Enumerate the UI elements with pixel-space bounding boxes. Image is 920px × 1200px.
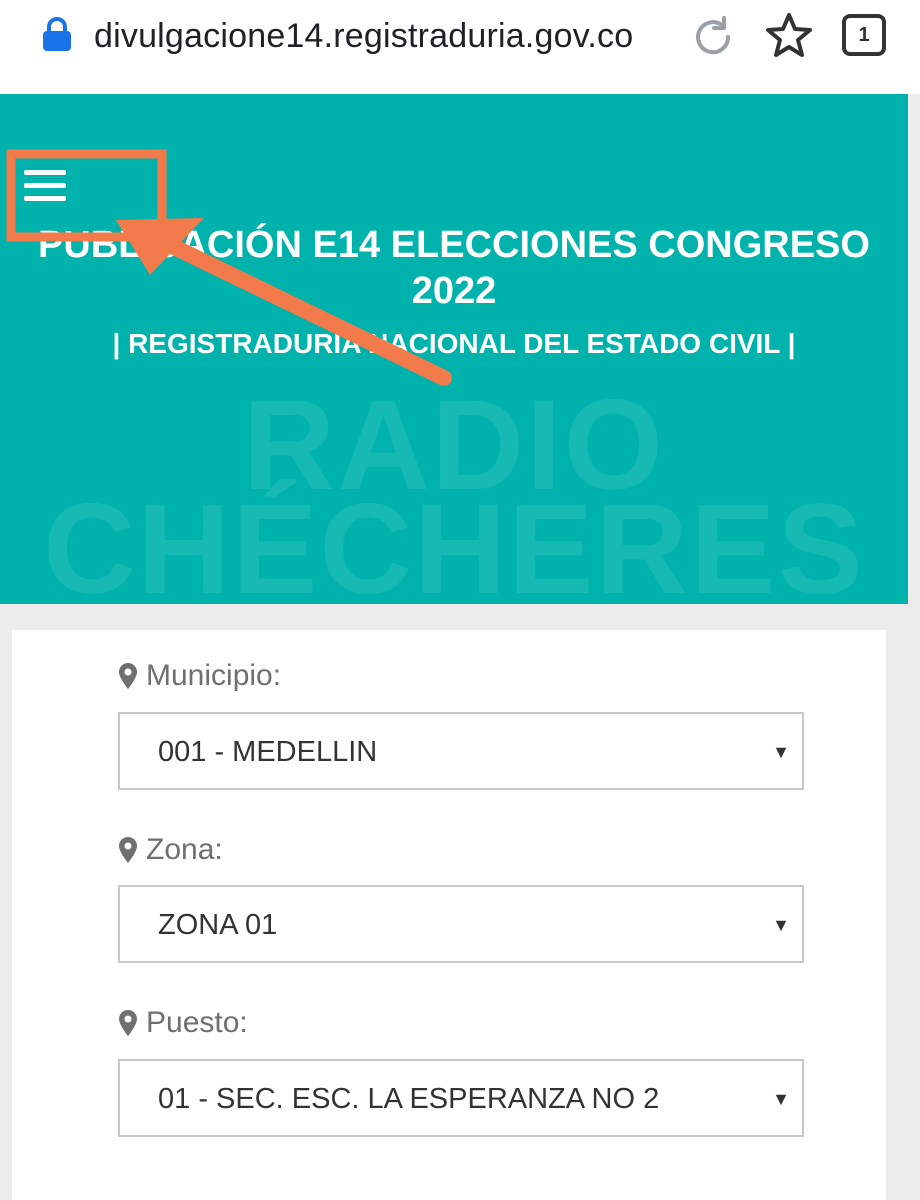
municipio-select[interactable]: 001 - MEDELLIN ▼ — [118, 712, 804, 790]
caret-down-icon: ▼ — [772, 742, 790, 762]
lock-icon — [43, 17, 71, 51]
page-edge — [908, 94, 920, 604]
zona-select[interactable]: ZONA 01 ▼ — [118, 885, 804, 963]
page-subtitle: | REGISTRADURÍA NACIONAL DEL ESTADO CIVI… — [112, 328, 796, 359]
tab-switcher-button[interactable]: 1 — [842, 14, 886, 56]
page-title: PUBLICACIÓN E14 ELECCIONES CONGRESO 2022 — [38, 224, 870, 312]
puesto-select[interactable]: 01 - SEC. ESC. LA ESPERANZA NO 2 ▼ — [118, 1059, 804, 1137]
map-pin-icon — [119, 1010, 137, 1036]
puesto-label: Puesto: — [118, 1005, 248, 1041]
browser-address-bar: divulgacione14.registraduria.gov.co 1 — [0, 0, 920, 94]
map-pin-icon — [119, 663, 137, 689]
hamburger-menu-icon[interactable] — [24, 170, 66, 206]
zona-label: Zona: — [118, 832, 223, 868]
zona-value: ZONA 01 — [158, 909, 278, 941]
reload-icon[interactable] — [690, 14, 736, 60]
puesto-value: 01 - SEC. ESC. LA ESPERANZA NO 2 — [158, 1083, 660, 1115]
caret-down-icon: ▼ — [772, 915, 790, 935]
page-header: RADIO CHÉCHERES PUBLICACIÓN E14 ELECCION… — [0, 94, 908, 604]
map-pin-icon — [119, 837, 137, 863]
municipio-label: Municipio: — [118, 658, 281, 694]
caret-down-icon: ▼ — [772, 1089, 790, 1109]
municipio-value: 001 - MEDELLIN — [158, 736, 378, 768]
form-panel: Municipio: 001 - MEDELLIN ▼ Zona: ZONA 0… — [12, 630, 886, 1200]
url-text[interactable]: divulgacione14.registraduria.gov.co — [94, 14, 633, 58]
watermark-logo: RADIO CHÉCHERES — [43, 374, 865, 605]
star-icon[interactable] — [764, 10, 814, 60]
